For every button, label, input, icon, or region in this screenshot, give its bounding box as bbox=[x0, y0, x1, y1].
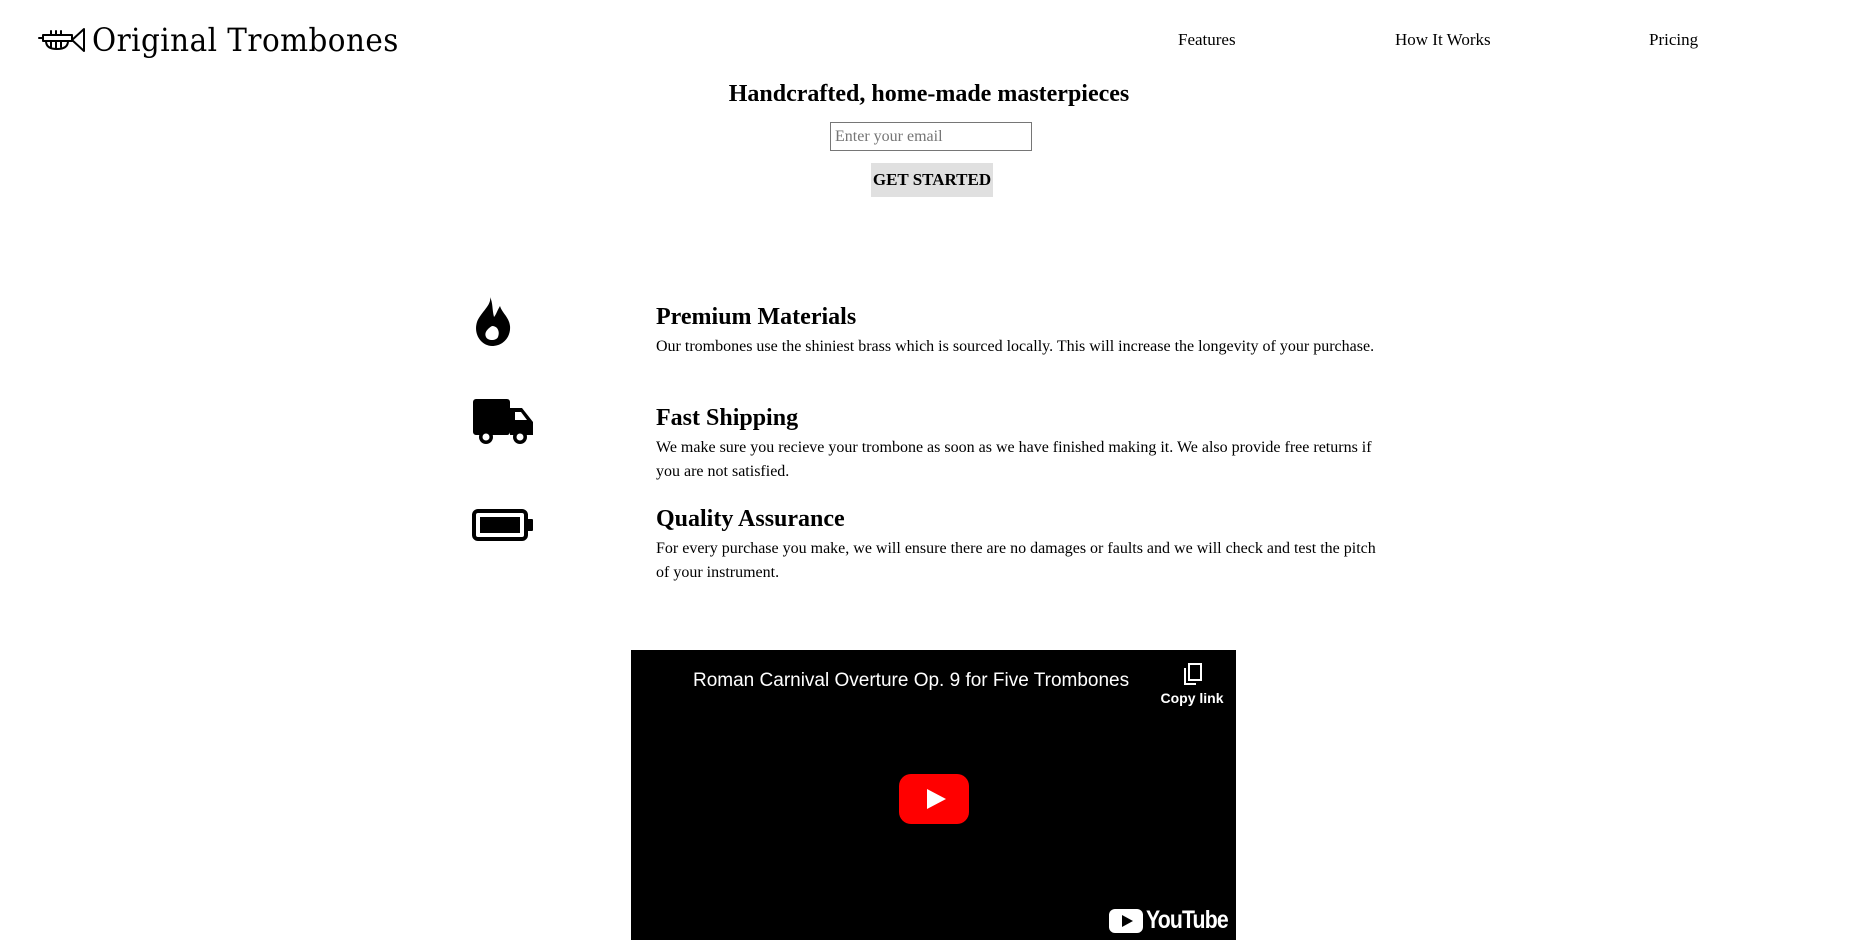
video-title[interactable]: Roman Carnival Overture Op. 9 for Five T… bbox=[693, 670, 1129, 692]
feature-description: We make sure you recieve your trombone a… bbox=[656, 439, 1372, 480]
copy-link-button[interactable]: Copy link bbox=[1155, 663, 1229, 706]
copy-link-label: Copy link bbox=[1160, 690, 1224, 706]
feature-description: For every purchase you make, we will ens… bbox=[656, 540, 1376, 581]
get-started-button[interactable]: GET STARTED bbox=[871, 163, 993, 197]
feature-description: Our trombones use the shiniest brass whi… bbox=[656, 338, 1375, 355]
feature-title: Quality Assurance bbox=[656, 506, 845, 532]
feature-title: Premium Materials bbox=[656, 304, 857, 330]
hero-title: Handcrafted, home-made masterpieces bbox=[728, 81, 1130, 107]
email-input[interactable] bbox=[830, 122, 1032, 151]
copy-icon bbox=[1184, 663, 1202, 685]
main-nav: Features How It Works Pricing bbox=[0, 30, 1858, 54]
fire-icon bbox=[476, 297, 511, 346]
nav-link-pricing[interactable]: Pricing bbox=[1649, 30, 1698, 50]
site-header: Original Trombones Features How It Works… bbox=[0, 0, 1858, 80]
video-embed[interactable]: Roman Carnival Overture Op. 9 for Five T… bbox=[631, 650, 1236, 940]
youtube-icon bbox=[1109, 908, 1143, 933]
nav-link-features[interactable]: Features bbox=[1178, 30, 1236, 50]
play-button[interactable] bbox=[899, 774, 969, 824]
feature-title: Fast Shipping bbox=[656, 405, 799, 431]
battery-full-icon bbox=[472, 509, 533, 541]
nav-link-how-it-works[interactable]: How It Works bbox=[1395, 30, 1491, 50]
youtube-logo-text: YouTube bbox=[1146, 906, 1229, 934]
truck-icon bbox=[473, 399, 533, 444]
youtube-logo[interactable]: YouTube bbox=[1109, 906, 1236, 935]
